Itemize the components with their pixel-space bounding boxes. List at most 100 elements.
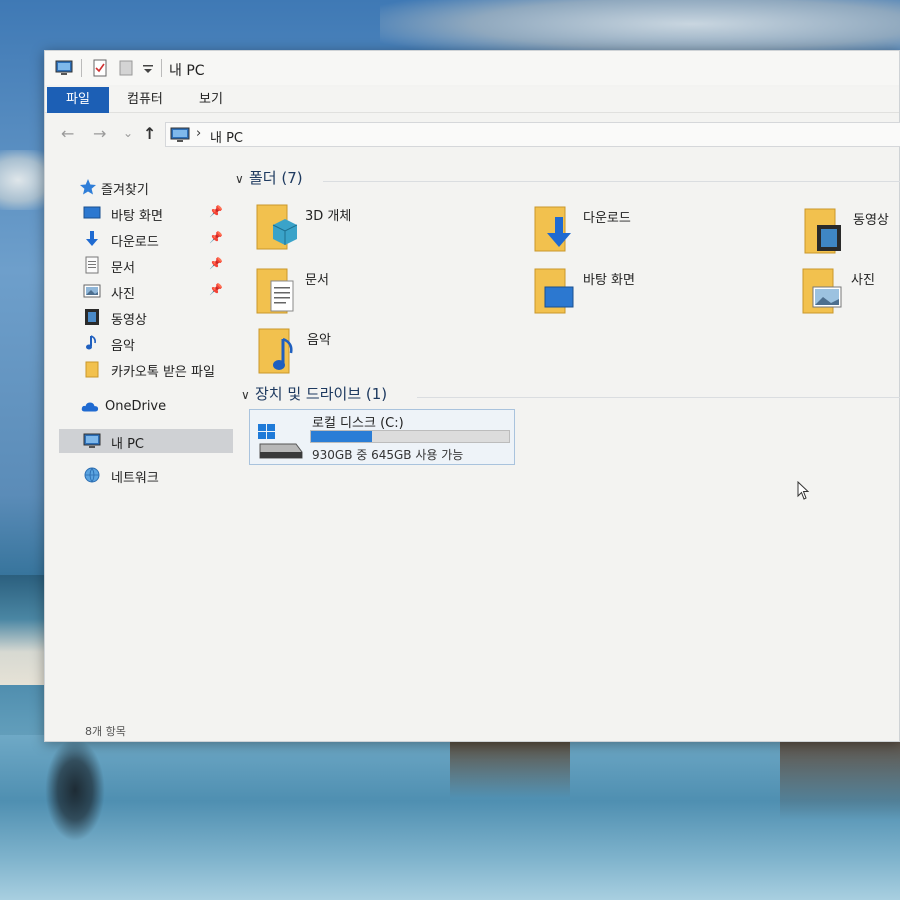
title-bar: 내 PC: [45, 51, 899, 85]
chevron-down-icon: ∨: [235, 172, 244, 186]
network-icon: [84, 467, 100, 483]
sidebar-item-label: 문서: [111, 261, 135, 276]
3d-objects-folder-icon: [256, 204, 297, 250]
folder-label: 동영상: [853, 213, 889, 228]
pin-icon: 📌: [209, 283, 223, 296]
desktop-icon: [83, 206, 101, 219]
pictures-icon: [83, 284, 101, 298]
breadcrumb-separator: ›: [196, 126, 202, 141]
folders-group-header[interactable]: ∨ 폴더 (7): [235, 167, 303, 188]
wallpaper-rock: [450, 738, 570, 798]
music-folder-icon: [258, 328, 293, 374]
forward-button[interactable]: →: [93, 124, 106, 143]
navigation-pane: 즐겨찾기 바탕 화면 📌 다운로드 📌 문서 📌 사진 📌 동영상 음악 카카오…: [59, 161, 239, 721]
file-explorer-window: 내 PC 파일 컴퓨터 보기 ← → ⌄ ↑ › 내 PC 즐겨찾기 바탕 화면…: [44, 50, 900, 742]
ribbon-tabs: 파일 컴퓨터 보기: [45, 87, 899, 113]
folder-label: 사진: [851, 273, 875, 288]
computer-icon: [83, 433, 101, 448]
wallpaper-person-silhouette: [40, 730, 110, 850]
navigation-bar: ← → ⌄ ↑ › 내 PC: [45, 117, 900, 151]
folder-desktop[interactable]: 바탕 화면: [533, 265, 773, 321]
sidebar-item-documents[interactable]: 문서 📌: [59, 253, 233, 277]
cloud-icon: [81, 402, 99, 412]
folder-videos[interactable]: 동영상: [803, 205, 900, 261]
group-label: 폴더 (7): [249, 169, 303, 187]
star-icon: [80, 179, 96, 195]
folder-label: 음악: [307, 333, 331, 348]
videos-icon: [85, 309, 99, 325]
download-icon: [86, 231, 98, 246]
computer-icon: [170, 127, 190, 142]
sidebar-item-desktop[interactable]: 바탕 화면 📌: [59, 201, 233, 225]
folder-pictures[interactable]: 사진: [801, 265, 900, 321]
sidebar-item-videos[interactable]: 동영상: [59, 305, 233, 329]
divider: [323, 181, 900, 182]
separator: [81, 59, 82, 77]
sidebar-item-label: 사진: [111, 287, 135, 302]
sidebar-item-pictures[interactable]: 사진 📌: [59, 279, 233, 303]
drives-group-header[interactable]: ∨ 장치 및 드라이브 (1): [241, 383, 387, 404]
sidebar-item-label: 내 PC: [111, 437, 145, 452]
folder-3d-objects[interactable]: 3D 개체: [255, 201, 495, 257]
drive-usage-fill: [311, 431, 373, 442]
sidebar-item-label: 다운로드: [111, 235, 159, 250]
folder-documents[interactable]: 문서: [255, 265, 495, 321]
address-bar[interactable]: › 내 PC: [165, 122, 900, 147]
hard-drive-icon: [258, 424, 303, 459]
sidebar-item-label: 바탕 화면: [111, 209, 163, 224]
sidebar-item-label: OneDrive: [105, 399, 167, 414]
sidebar-item-label: 음악: [111, 339, 135, 354]
desktop-folder-icon: [534, 268, 574, 314]
drive-usage-bar: [310, 430, 510, 443]
tab-computer[interactable]: 컴퓨터: [117, 87, 173, 113]
sidebar-item-music[interactable]: 음악: [59, 331, 233, 355]
drive-free-space: 930GB 중 645GB 사용 가능: [312, 448, 464, 462]
folder-label: 다운로드: [583, 211, 631, 226]
folder-music[interactable]: 음악: [257, 325, 497, 381]
pin-icon: 📌: [209, 205, 223, 218]
sidebar-item-quick-access[interactable]: 즐겨찾기: [59, 175, 233, 199]
drive-name: 로컬 디스크 (C:): [312, 416, 404, 431]
sidebar-item-this-pc[interactable]: 내 PC: [59, 429, 233, 453]
folder-label: 3D 개체: [305, 209, 352, 224]
tab-file[interactable]: 파일: [47, 87, 109, 113]
group-label: 장치 및 드라이브 (1): [255, 385, 388, 403]
folder-downloads[interactable]: 다운로드: [533, 203, 773, 259]
chevron-down-icon: ∨: [241, 388, 250, 402]
tab-view[interactable]: 보기: [189, 87, 233, 113]
pin-icon: 📌: [209, 231, 223, 244]
downloads-folder-icon: [534, 206, 571, 252]
sidebar-item-label: 동영상: [111, 313, 147, 328]
back-button[interactable]: ←: [61, 124, 74, 143]
recent-locations-button[interactable]: ⌄: [123, 126, 133, 140]
content-pane: ∨ 폴더 (7) 3D 개체 다운로드 동영상 문서 바탕 화면 사진 음악 ∨…: [231, 161, 900, 721]
up-button[interactable]: ↑: [143, 124, 156, 143]
drive-local-disk-c[interactable]: 로컬 디스크 (C:) 930GB 중 645GB 사용 가능: [249, 409, 515, 465]
pictures-folder-icon: [802, 268, 842, 314]
status-item-count: 8개 항목: [85, 725, 126, 738]
breadcrumb-this-pc[interactable]: 내 PC: [210, 127, 243, 146]
computer-icon[interactable]: [55, 59, 73, 77]
new-folder-icon[interactable]: [117, 59, 135, 77]
properties-icon[interactable]: [91, 59, 109, 77]
pin-icon: 📌: [209, 257, 223, 270]
sidebar-item-downloads[interactable]: 다운로드 📌: [59, 227, 233, 251]
mouse-cursor-icon: [797, 481, 810, 500]
sidebar-item-label: 카카오톡 받은 파일: [111, 365, 215, 380]
sidebar-item-onedrive[interactable]: OneDrive: [59, 395, 233, 419]
divider: [417, 397, 900, 398]
folder-label: 문서: [305, 273, 329, 288]
sidebar-item-network[interactable]: 네트워크: [59, 463, 233, 487]
customize-toolbar-icon[interactable]: [139, 59, 157, 77]
wallpaper-rock-right: [780, 730, 900, 820]
videos-folder-icon: [804, 208, 841, 254]
separator: [161, 59, 162, 77]
documents-icon: [85, 256, 99, 274]
sidebar-item-label: 네트워크: [111, 471, 159, 486]
sidebar-item-kakaotalk-files[interactable]: 카카오톡 받은 파일: [59, 357, 233, 381]
folder-label: 바탕 화면: [583, 273, 635, 288]
window-title: 내 PC: [169, 63, 205, 79]
documents-folder-icon: [256, 268, 294, 314]
music-icon: [86, 335, 96, 350]
folder-icon: [85, 361, 99, 378]
